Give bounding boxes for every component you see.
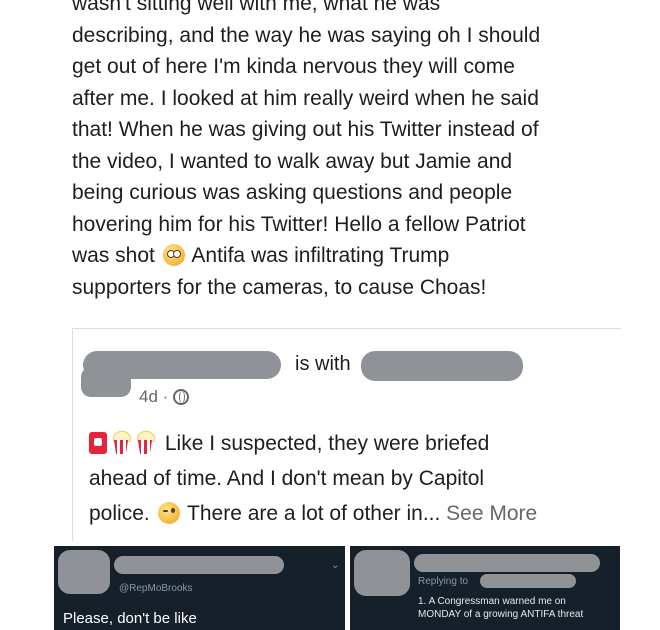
shared-post-text: Like I suspected, they were briefed xyxy=(164,432,490,455)
redacted-tweet-name xyxy=(114,556,284,574)
post-line: being curious was asking questions and p… xyxy=(72,181,513,204)
post-line: describing, and the way he was saying oh… xyxy=(72,23,541,47)
redacted-tagged-name xyxy=(361,351,523,381)
post-line: after me. I looked at him really weird w… xyxy=(72,86,539,110)
stop-sign-emoji-icon xyxy=(89,432,107,454)
globe-icon xyxy=(173,389,190,405)
popcorn-emoji-icon xyxy=(135,431,155,455)
reply-line: MONDAY of a growing ANTIFA threat xyxy=(418,609,584,620)
post-time[interactable]: 4d · xyxy=(139,387,168,407)
shared-post-text: police. xyxy=(89,502,150,525)
redacted-reply-handle xyxy=(480,574,576,588)
is-with-label: is with xyxy=(295,353,351,375)
shared-post-body: Like I suspected, they were briefed ahea… xyxy=(89,426,619,531)
shared-post-text: There are a lot of other in... xyxy=(187,502,441,525)
shared-post-line: police. There are a lot of other in... S… xyxy=(89,496,619,531)
flushed-face-emoji-icon xyxy=(162,244,185,266)
chevron-down-icon: ⌄ xyxy=(331,560,340,571)
reply-text: 1. A Congressman warned me on MONDAY of … xyxy=(418,595,583,621)
post-line: that! When he was giving out his Twitter… xyxy=(72,118,539,141)
post-line-text: Antifa was infiltrating Trump xyxy=(191,244,450,267)
shared-post-line: Like I suspected, they were briefed xyxy=(89,426,619,461)
redacted-tweet-avatar xyxy=(354,550,410,596)
redacted-tweet-avatar xyxy=(58,550,110,594)
post-line: get out of here I'm kinda nervous they w… xyxy=(72,55,515,78)
redacted-avatar xyxy=(81,367,131,397)
post-line: hovering him for his Twitter! Hello a fe… xyxy=(72,212,526,236)
redacted-tweet-name xyxy=(414,554,600,572)
post-line: supporters for the cameras, to cause Cho… xyxy=(72,275,487,299)
post-line-text: was shot xyxy=(72,244,155,267)
post-line: the video, I wanted to walk away but Jam… xyxy=(72,149,513,173)
shared-post-card[interactable]: is with 4d · Like I suspected, they were… xyxy=(72,328,621,541)
shared-post-line: ahead of time. And I don't mean by Capit… xyxy=(89,467,485,490)
tweet-text: Please, don't be like xyxy=(63,610,197,627)
see-more-link[interactable]: See More xyxy=(446,502,537,525)
tweet-screenshot-left: ⌄ @RepMoBrooks Please, don't be like xyxy=(54,546,345,630)
reply-line: 1. A Congressman warned me on xyxy=(418,596,566,607)
winking-face-emoji-icon xyxy=(157,502,180,524)
post-line: was shot Antifa was infiltrating Trump xyxy=(72,240,642,272)
tweet-screenshot-right: Replying to 1. A Congressman warned me o… xyxy=(350,546,620,630)
post-line: wasn't sitting well with me, what he was xyxy=(72,0,441,15)
post-meta: 4d · xyxy=(139,387,190,407)
post-text: wasn't sitting well with me, what he was… xyxy=(72,0,642,303)
replying-to-label: Replying to xyxy=(418,576,469,587)
popcorn-emoji-icon xyxy=(111,431,131,455)
tweet-handle: @RepMoBrooks xyxy=(119,583,193,594)
